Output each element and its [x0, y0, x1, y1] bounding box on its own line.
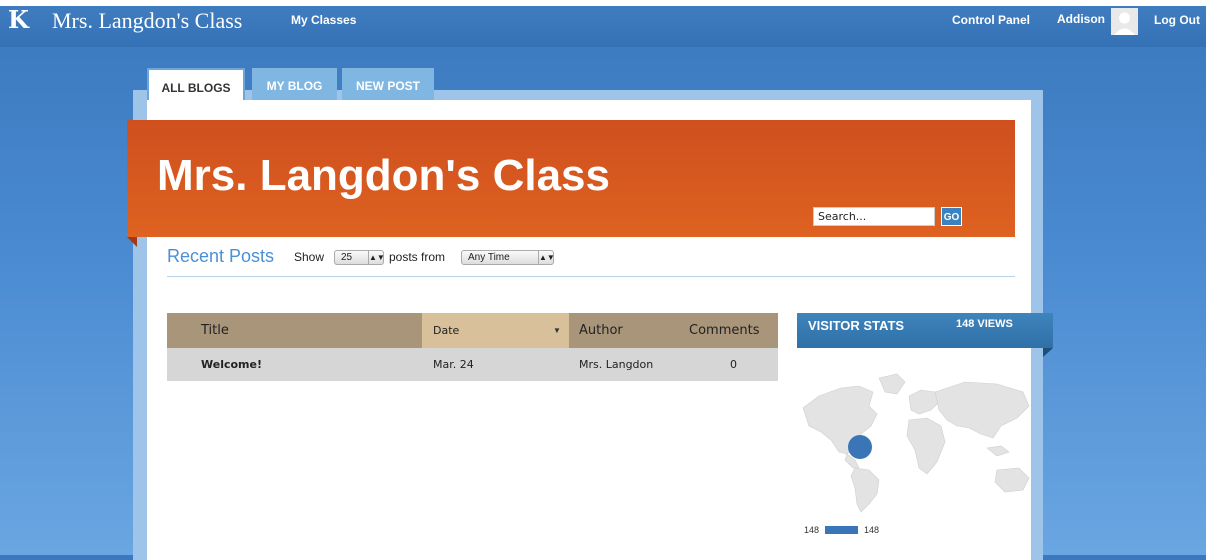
post-count-select[interactable]: 25 ▲▼	[334, 250, 385, 265]
post-count-value: 25	[341, 252, 353, 263]
time-range-value: Any Time	[468, 252, 510, 263]
show-label: Show	[294, 250, 325, 264]
recent-posts-heading: Recent Posts	[167, 246, 275, 266]
banner-fold	[127, 237, 137, 247]
table-row[interactable]: Welcome! Mar. 24 Mrs. Langdon 0	[167, 348, 778, 381]
control-panel-link[interactable]: Control Panel	[952, 13, 1030, 27]
tab-all-blogs[interactable]: ALL BLOGS	[147, 68, 245, 100]
post-title-link[interactable]: Welcome!	[201, 348, 262, 381]
post-author: Mrs. Langdon	[579, 358, 654, 371]
site-title[interactable]: Mrs. Langdon's Class	[52, 8, 242, 34]
column-author[interactable]: Author	[579, 313, 623, 348]
posts-table-header: Title Date ▼ Author Comments	[167, 313, 778, 348]
post-comments-count: 0	[730, 358, 737, 371]
select-arrows-icon: ▲▼	[538, 251, 555, 264]
column-comments[interactable]: Comments	[689, 313, 759, 348]
time-range-select[interactable]: Any Time ▲▼	[461, 250, 555, 265]
visitor-stats-title: VISITOR STATS	[808, 318, 905, 333]
stats-header-fold	[1043, 348, 1053, 357]
posts-from-label: posts from	[389, 250, 446, 264]
username-link[interactable]: Addison	[1057, 12, 1105, 26]
search-input[interactable]: Search...	[813, 207, 935, 226]
sort-down-icon[interactable]: ▼	[553, 313, 561, 348]
map-legend-max: 148	[864, 525, 880, 535]
tab-my-blog[interactable]: MY BLOG	[252, 68, 337, 100]
divider	[167, 276, 1015, 277]
logout-link[interactable]: Log Out	[1154, 13, 1200, 27]
post-date: Mar. 24	[433, 358, 474, 371]
map-legend-bar	[825, 526, 858, 534]
select-arrows-icon: ▲▼	[368, 251, 385, 264]
k-logo-icon[interactable]: K	[8, 7, 34, 33]
world-map-icon	[797, 370, 1037, 515]
visitor-stats-views: 148 VIEWS	[956, 318, 1013, 330]
column-date[interactable]: Date	[433, 313, 459, 348]
tab-new-post[interactable]: NEW POST	[342, 68, 434, 100]
my-classes-link[interactable]: My Classes	[291, 13, 356, 27]
user-avatar-icon[interactable]	[1111, 8, 1138, 35]
map-legend-min: 148	[804, 525, 820, 535]
column-title[interactable]: Title	[201, 313, 229, 348]
search-go-button[interactable]: GO	[941, 207, 962, 226]
banner-title: Mrs. Langdon's Class	[157, 151, 610, 200]
